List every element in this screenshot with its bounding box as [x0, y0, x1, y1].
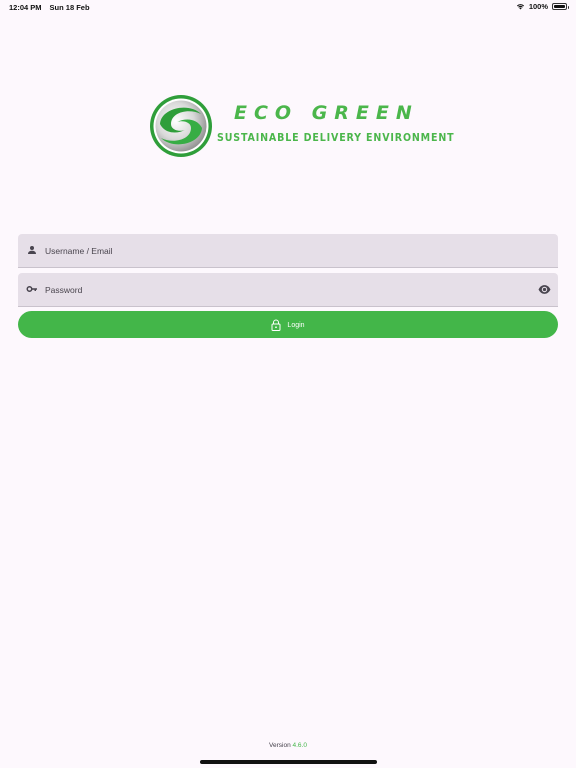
username-input[interactable] — [45, 234, 525, 267]
battery-percent: 100% — [528, 2, 548, 11]
password-input[interactable] — [45, 273, 525, 306]
status-bar: 12:04 PM Sun 18 Feb 100% — [0, 0, 576, 14]
logo-mark-icon — [150, 95, 212, 157]
home-indicator[interactable] — [200, 760, 377, 764]
status-left: 12:04 PM Sun 18 Feb — [9, 3, 90, 12]
logo-title: ECO GREEN — [234, 102, 419, 124]
wifi-icon — [516, 4, 524, 10]
login-button[interactable]: Login — [18, 311, 558, 338]
version-text: Version 4.6.0 — [0, 742, 576, 749]
version-number: 4.6.0 — [292, 742, 307, 749]
eye-icon[interactable] — [538, 284, 551, 295]
password-field[interactable] — [18, 273, 558, 307]
eco-green-logo: ECO GREEN SUSTAINABLE DELIVERY ENVIRONME… — [148, 92, 454, 162]
logo-subtitle: SUSTAINABLE DELIVERY ENVIRONMENT — [217, 132, 455, 145]
lock-icon — [271, 319, 281, 331]
status-right: 100% — [516, 2, 569, 11]
status-date: Sun 18 Feb — [49, 3, 90, 12]
battery-icon — [552, 3, 569, 10]
key-icon — [26, 286, 37, 292]
login-label: Login — [287, 321, 305, 329]
version-label: Version — [269, 742, 291, 749]
username-field[interactable] — [18, 234, 558, 268]
status-time: 12:04 PM — [9, 3, 42, 12]
person-icon — [28, 246, 36, 254]
